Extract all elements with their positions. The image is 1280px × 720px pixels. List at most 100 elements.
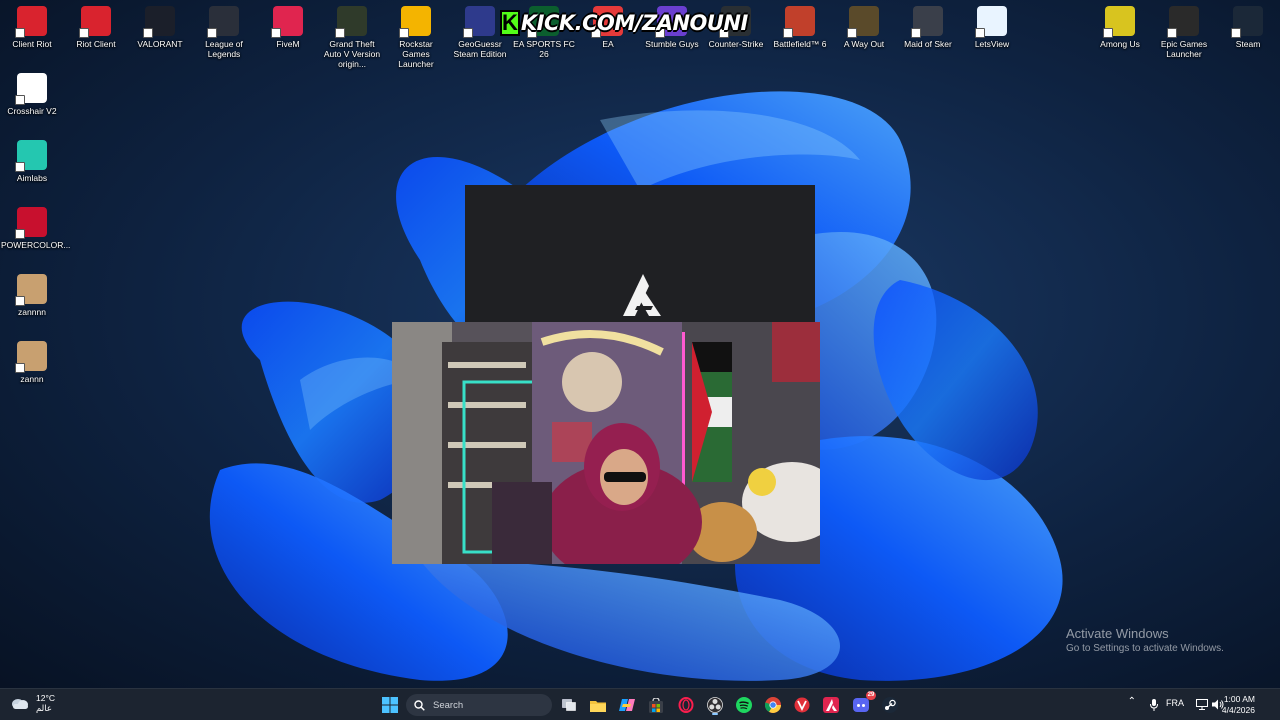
input-language[interactable]: FRA [1166, 698, 1184, 708]
desktop-shortcut-label: FiveM [276, 39, 300, 49]
desktop-shortcut-label: GeoGuessr Steam Edition [453, 39, 507, 59]
desktop-shortcut-label: POWERCOLOR... [1, 240, 71, 250]
taskbar-copilot[interactable] [616, 694, 638, 716]
task-view-button[interactable] [558, 694, 580, 716]
desktop-shortcut-label: A Way Out [843, 39, 885, 49]
desktop-shortcut-label: Grand Theft Auto V Version origin... [323, 39, 381, 69]
folder-icon [590, 700, 606, 712]
clock-date: 4/4/2026 [1221, 705, 1255, 715]
desktop-shortcut-powercolor[interactable]: POWERCOLOR... [0, 201, 71, 250]
desktop-shortcut-aimlabs[interactable]: Aimlabs [0, 134, 64, 183]
taskbar-steam[interactable] [879, 694, 901, 716]
taskbar-chrome[interactable] [762, 694, 784, 716]
desktop-shortcut-label: Battlefield™ 6 [773, 39, 827, 49]
desktop-shortcut-label: VALORANT [137, 39, 183, 49]
desktop-shortcut-fivem[interactable]: FiveM [256, 0, 320, 49]
windows-logo-icon [382, 697, 398, 713]
desktop-shortcut-label: EA [602, 39, 614, 49]
kick-stream-banner: K KICK.COM/ZANOUNI [500, 9, 748, 37]
desktop-shortcut-league[interactable]: League of Legends [192, 0, 256, 59]
desktop-shortcut-riot-fist[interactable]: Client Riot [0, 0, 64, 49]
task-view-icon [562, 699, 576, 711]
geoguessr-icon [463, 6, 495, 38]
webcam-feed [392, 322, 820, 564]
opera-gx-icon [678, 697, 694, 713]
valorant-icon [143, 6, 175, 38]
copilot-icon [619, 699, 635, 711]
desktop-shortcut-label: Counter-Strike [708, 39, 764, 49]
kick-channel-url: KICK.COM/ZANOUNI [520, 11, 748, 35]
desktop-shortcut-label: Steam [1235, 39, 1261, 49]
desktop-shortcut-label: Stumble Guys [645, 39, 699, 49]
activate-windows-watermark: Activate Windows Go to Settings to activ… [1066, 626, 1224, 654]
league-icon [207, 6, 239, 38]
battlefield-icon [783, 6, 815, 38]
kick-logo-icon: K [500, 10, 520, 36]
maidofsker-icon [911, 6, 943, 38]
gta-icon [335, 6, 367, 38]
taskbar-fivem[interactable] [820, 694, 842, 716]
search-icon [414, 699, 425, 711]
taskbar-file-explorer[interactable] [587, 694, 609, 716]
desktop-shortcut-epic-games[interactable]: Epic Games Launcher [1152, 0, 1216, 59]
taskbar-spotify[interactable] [733, 694, 755, 716]
rockstar-icon [399, 6, 431, 38]
desktop-shortcut-letsview[interactable]: LetsView [960, 0, 1024, 49]
desktop-shortcut-label: Epic Games Launcher [1160, 39, 1208, 59]
discord-icon [853, 698, 869, 712]
desktop-shortcut-label: Maid of Sker [904, 39, 952, 49]
desktop-shortcut-label: zannnn [18, 307, 46, 317]
launcher-splash-window[interactable] [465, 185, 815, 325]
desktop-shortcut-valorant[interactable]: VALORANT [128, 0, 192, 49]
taskbar-opera-gx[interactable] [675, 694, 697, 716]
obs-icon [707, 697, 723, 713]
desktop-shortcut-among-us[interactable]: Among Us [1088, 0, 1152, 49]
desktop-shortcut-label: Rockstar Games Launcher [398, 39, 434, 69]
desktop-shortcut-label: EA SPORTS FC 26 [513, 39, 575, 59]
taskbar-clock[interactable]: 1:00 AM 4/4/2026 [1222, 694, 1255, 716]
network-icon[interactable] [1196, 699, 1208, 710]
desktop-shortcut-label: Client Riot [12, 39, 52, 49]
activate-title: Activate Windows [1066, 626, 1169, 641]
start-button[interactable] [379, 694, 401, 716]
taskbar-microsoft-store[interactable] [645, 694, 667, 716]
desktop-shortcut-gta[interactable]: Grand Theft Auto V Version origin... [320, 0, 384, 69]
search-placeholder: Search [433, 699, 464, 711]
desktop-shortcut-maidofsker[interactable]: Maid of Sker [896, 0, 960, 49]
desktop-shortcut-label: zannn [20, 374, 44, 384]
desktop-shortcut-riot-fist[interactable]: Riot Client [64, 0, 128, 49]
desktop-shortcut-photo[interactable]: zannnn [0, 268, 64, 317]
desktop-shortcut-label: Crosshair V2 [7, 106, 57, 116]
steam-icon [1231, 6, 1263, 38]
fivem-icon [271, 6, 303, 38]
fivem-icon [823, 697, 839, 713]
weather-description: عالم [36, 703, 52, 713]
desktop-shortcut-steam[interactable]: Steam [1216, 0, 1280, 49]
desktop-shortcut-label: League of Legends [205, 39, 243, 59]
desktop-shortcut-battlefield[interactable]: Battlefield™ 6 [768, 0, 832, 49]
desktop-shortcut-rockstar[interactable]: Rockstar Games Launcher [384, 0, 448, 69]
fivem-logo-icon [615, 270, 665, 320]
desktop-shortcut-label: Aimlabs [16, 173, 48, 183]
desktop-shortcut-awayout[interactable]: A Way Out [832, 0, 896, 49]
activate-subtitle: Go to Settings to activate Windows. [1066, 643, 1224, 654]
discord-notification-badge: 29 [866, 691, 876, 700]
taskbar-search-box[interactable]: Search [406, 694, 552, 716]
aimlabs-icon [15, 140, 47, 172]
weather-temperature: 12°C [36, 693, 55, 703]
taskbar-obs[interactable] [704, 694, 726, 716]
store-icon [649, 697, 663, 713]
awayout-icon [847, 6, 879, 38]
microphone-icon[interactable] [1150, 699, 1158, 711]
among-us-icon [1103, 6, 1135, 38]
riot-fist-icon [15, 6, 47, 38]
weather-widget[interactable]: 12°C عالم [10, 693, 55, 713]
taskbar-discord[interactable]: 29 [850, 691, 876, 716]
letsview-icon [975, 6, 1007, 38]
spotify-icon [736, 697, 752, 713]
taskbar-vanguard[interactable] [791, 694, 813, 716]
desktop-shortcut-photo[interactable]: zannn [0, 335, 64, 384]
powercolor-icon [15, 207, 47, 239]
show-hidden-icons-chevron-up-icon[interactable]: ⌃ [1128, 696, 1136, 707]
desktop-shortcut-crosshair[interactable]: Crosshair V2 [0, 67, 64, 116]
